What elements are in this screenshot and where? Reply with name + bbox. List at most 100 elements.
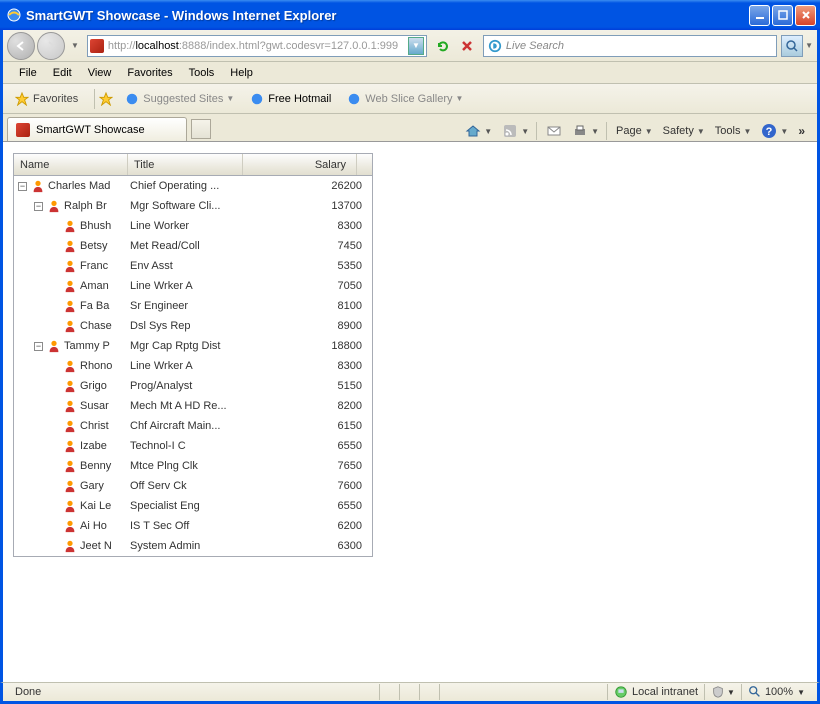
person-icon [63,539,77,553]
row-title: Sr Engineer [128,300,243,312]
menu-edit[interactable]: Edit [45,65,80,81]
person-icon [63,219,77,233]
tree-row[interactable]: AmanLine Wrker A7050 [14,276,372,296]
tree-row[interactable]: FrancEnv Asst5350 [14,256,372,276]
maximize-button[interactable] [772,5,793,26]
tools-menu[interactable]: Tools▼ [711,123,756,139]
tree-row[interactable]: GrigoProg/Analyst5150 [14,376,372,396]
help-button[interactable]: ?▼ [757,121,792,141]
nav-dropdown-icon[interactable]: ▼ [71,41,79,50]
menu-tools[interactable]: Tools [181,65,223,81]
stop-button[interactable] [456,35,478,57]
safety-menu[interactable]: Safety▼ [659,123,709,139]
row-title: Line Worker [128,220,243,232]
grid-header: Name Title Salary [14,154,372,176]
menu-help[interactable]: Help [222,65,261,81]
address-dropdown-icon[interactable]: ▼ [408,37,424,55]
minimize-button[interactable] [749,5,770,26]
tree-row[interactable]: RhonoLine Wrker A8300 [14,356,372,376]
tree-row[interactable]: ChristChf Aircraft Main...6150 [14,416,372,436]
window-title: SmartGWT Showcase - Windows Internet Exp… [26,8,747,23]
tree-row[interactable]: −Ralph BrMgr Software Cli...13700 [14,196,372,216]
row-name: Ralph Br [64,200,107,212]
menu-view[interactable]: View [80,65,120,81]
close-button[interactable] [795,5,816,26]
tree-row[interactable]: BennyMtce Plng Clk7650 [14,456,372,476]
menu-bar: File Edit View Favorites Tools Help [3,62,817,84]
row-salary: 8100 [243,300,372,312]
zoom-control[interactable]: 100% ▼ [741,684,811,700]
row-salary: 6550 [243,440,372,452]
row-name: Betsy [80,240,108,252]
row-salary: 18800 [243,340,372,352]
feeds-button[interactable]: ▼ [498,121,533,141]
collapse-icon[interactable]: − [34,342,43,351]
row-name: Fa Ba [80,300,109,312]
tab-active[interactable]: SmartGWT Showcase [7,117,187,141]
protected-mode[interactable]: ▼ [704,684,741,700]
search-dropdown-icon[interactable]: ▼ [805,41,813,50]
favorites-button[interactable]: Favorites [9,90,84,108]
print-button[interactable]: ▼ [568,121,603,141]
col-header-salary[interactable]: Salary [243,154,356,175]
collapse-icon[interactable]: − [34,202,43,211]
favlink-suggested[interactable]: Suggested Sites ▼ [119,90,240,108]
grid-body[interactable]: −Charles MadChief Operating ...26200−Ral… [14,176,372,556]
row-title: Mtce Plng Clk [128,460,243,472]
titlebar[interactable]: SmartGWT Showcase - Windows Internet Exp… [0,0,820,30]
ie-icon [250,92,264,106]
back-button[interactable] [7,32,35,60]
tree-row[interactable]: SusarMech Mt A HD Re...8200 [14,396,372,416]
readmail-button[interactable] [542,121,566,141]
tab-bar: SmartGWT Showcase ▼ ▼ ▼ Page▼ Safety▼ To… [3,114,817,142]
col-header-name[interactable]: Name [14,154,128,175]
row-salary: 5350 [243,260,372,272]
tree-row[interactable]: GaryOff Serv Ck7600 [14,476,372,496]
col-header-title[interactable]: Title [128,154,243,175]
tree-row[interactable]: −Tammy PMgr Cap Rptg Dist18800 [14,336,372,356]
menu-file[interactable]: File [11,65,45,81]
row-name: Susar [80,400,109,412]
tree-row[interactable]: Ai Ho IS T Sec Off6200 [14,516,372,536]
page-menu[interactable]: Page▼ [612,123,657,139]
add-favorite-icon[interactable] [99,92,113,106]
row-title: Mech Mt A HD Re... [128,400,243,412]
collapse-icon[interactable]: − [18,182,27,191]
row-title: IS T Sec Off [128,520,243,532]
new-tab-button[interactable] [191,119,211,139]
row-salary: 7650 [243,460,372,472]
nav-toolbar: ▼ http://localhost:8888/index.html?gwt.c… [3,30,817,62]
favlink-webslice[interactable]: Web Slice Gallery ▼ [341,90,469,108]
refresh-button[interactable] [432,35,454,57]
row-name: Franc [80,260,108,272]
home-button[interactable]: ▼ [461,121,496,141]
row-name: Izabe [80,440,107,452]
security-zone[interactable]: Local intranet [607,684,704,700]
bing-icon [488,39,502,53]
person-icon [63,379,77,393]
more-chevron-icon[interactable]: » [794,122,809,140]
row-salary: 8300 [243,360,372,372]
tree-row[interactable]: Kai LeSpecialist Eng6550 [14,496,372,516]
row-name: Ai Ho [80,520,107,532]
intranet-icon [614,685,628,699]
tree-row[interactable]: BhushLine Worker8300 [14,216,372,236]
forward-button[interactable] [37,32,65,60]
favlink-hotmail[interactable]: Free Hotmail [244,90,337,108]
search-go-button[interactable] [781,35,803,57]
tree-row[interactable]: Jeet NSystem Admin6300 [14,536,372,556]
tree-row[interactable]: Fa Ba Sr Engineer8100 [14,296,372,316]
tree-row[interactable]: −Charles MadChief Operating ...26200 [14,176,372,196]
menu-favorites[interactable]: Favorites [119,65,180,81]
row-salary: 6200 [243,520,372,532]
address-bar[interactable]: http://localhost:8888/index.html?gwt.cod… [87,35,427,57]
row-salary: 8900 [243,320,372,332]
tree-row[interactable]: IzabeTechnol-I C6550 [14,436,372,456]
status-bar: Done Local intranet ▼ 100% ▼ [0,682,820,704]
person-icon [63,499,77,513]
command-bar: ▼ ▼ ▼ Page▼ Safety▼ Tools▼ ?▼ » [211,121,813,141]
tree-row[interactable]: ChaseDsl Sys Rep8900 [14,316,372,336]
tree-row[interactable]: BetsyMet Read/Coll7450 [14,236,372,256]
row-salary: 7600 [243,480,372,492]
search-input[interactable]: Live Search [483,35,777,57]
